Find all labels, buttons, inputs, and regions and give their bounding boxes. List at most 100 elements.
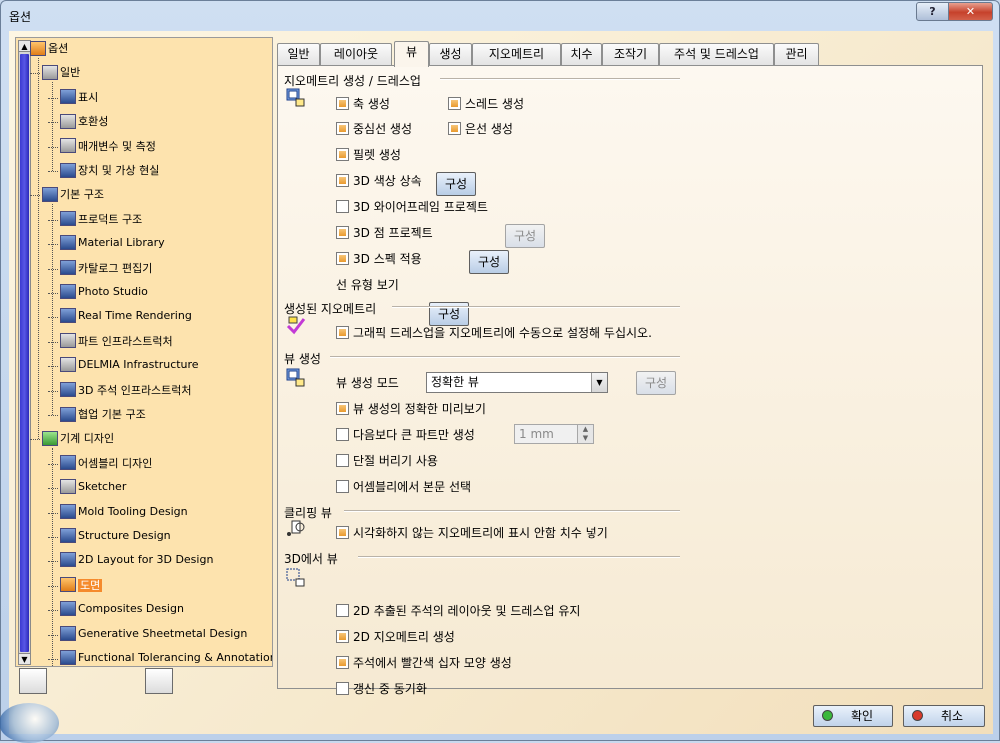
tree-item-assembly[interactable]: 어셈블리 디자인 xyxy=(60,455,152,473)
tree-item-tolerancing[interactable]: Functional Tolerancing & Annotation xyxy=(60,650,272,666)
tree-item-layout[interactable]: 2D Layout for 3D Design xyxy=(60,552,213,570)
red-cross-option[interactable]: 주석에서 빨간색 십자 모양 생성 xyxy=(336,654,512,672)
tree-item-display[interactable]: 표시 xyxy=(60,89,98,107)
large-parts-option[interactable]: 다음보다 큰 파트만 생성 xyxy=(336,426,475,444)
center-line-checkbox[interactable] xyxy=(336,122,349,135)
tree-connector xyxy=(48,268,58,270)
tree-item-collab[interactable]: 협업 기본 구조 xyxy=(60,406,146,424)
mechanical-icon xyxy=(42,430,58,446)
large-parts-checkbox[interactable] xyxy=(336,428,349,441)
thread-checkbox[interactable] xyxy=(448,97,461,110)
tree-item-product[interactable]: 프로덕트 구조 xyxy=(60,211,142,229)
tree-connector xyxy=(48,97,58,99)
manual-dressup-option[interactable]: 그래픽 드레스업을 지오메트리에 수동으로 설정해 두십시오. xyxy=(336,324,652,342)
tree-item-label: 호환성 xyxy=(78,115,109,129)
tab-geometry[interactable]: 지오메트리 xyxy=(472,43,561,65)
manual-dressup-checkbox[interactable] xyxy=(336,326,349,339)
tree-item-options[interactable]: 옵션 xyxy=(30,40,68,58)
tree-item-infrastructure[interactable]: 기본 구조 xyxy=(42,186,104,204)
options-tree[interactable]: ▲ ▼ 옵션일반표시호환성매개변수 및 측정장치 및 가상 현실기본 구조프로덕… xyxy=(15,37,273,667)
tree-item-part[interactable]: 파트 인프라스트럭처 xyxy=(60,333,173,351)
tab-administration[interactable]: 관리 xyxy=(774,43,819,65)
color-inherit-checkbox[interactable] xyxy=(336,174,349,187)
wireframe-checkbox[interactable] xyxy=(336,200,349,213)
breakout-option[interactable]: 단절 버리기 사용 xyxy=(336,452,438,470)
tab-view[interactable]: 뷰 xyxy=(394,41,429,67)
tree-item-parameters[interactable]: 매개변수 및 측정 xyxy=(60,138,156,156)
tree-item-delmia[interactable]: DELMIA Infrastructure xyxy=(60,357,199,375)
axis-option[interactable]: 축 생성 xyxy=(336,95,390,113)
sync-option[interactable]: 갱신 중 동기화 xyxy=(336,680,427,698)
spinner-icon[interactable]: ▲ ▼ xyxy=(577,425,593,443)
red-cross-checkbox[interactable] xyxy=(336,656,349,669)
hidden-line-checkbox[interactable] xyxy=(448,122,461,135)
fillet-checkbox[interactable] xyxy=(336,148,349,161)
points-option[interactable]: 3D 점 프로젝트 xyxy=(336,224,433,242)
ok-button[interactable]: 확인 xyxy=(813,705,893,727)
tree-item-devices[interactable]: 장치 및 가상 현실 xyxy=(60,162,159,180)
tree-item-composites[interactable]: Composites Design xyxy=(60,601,184,619)
keep-layout-option[interactable]: 2D 추출된 주석의 레이아웃 및 드레스업 유지 xyxy=(336,602,580,620)
tree-item-drawing[interactable]: 도면 xyxy=(60,577,103,595)
hidden-dims-checkbox[interactable] xyxy=(336,526,349,539)
tree-item-sheetmetal[interactable]: Generative Sheetmetal Design xyxy=(60,625,247,644)
tree-item-compatibility[interactable]: 호환성 xyxy=(60,113,108,131)
points-config-button[interactable]: 구성 xyxy=(469,250,509,274)
tree-item-mold[interactable]: Mold Tooling Design xyxy=(60,503,188,522)
fillet-option[interactable]: 필렛 생성 xyxy=(336,146,401,164)
tree-item-catalog[interactable]: 카탈로그 편집기 xyxy=(60,260,152,278)
assembly-body-option[interactable]: 어셈블리에서 본문 선택 xyxy=(336,478,471,496)
view-mode-select[interactable]: 정확한 뷰 ▼ xyxy=(426,372,608,393)
tree-item-mechanical[interactable]: 기계 디자인 xyxy=(42,430,114,448)
sync-checkbox[interactable] xyxy=(336,682,349,695)
tab-dimension[interactable]: 치수 xyxy=(561,43,602,65)
tree-item-general[interactable]: 일반 xyxy=(42,64,80,82)
tree-item-structure[interactable]: Structure Design xyxy=(60,528,171,546)
tree-item-material[interactable]: Material Library xyxy=(60,235,165,253)
title-bar[interactable]: 옵션 ? ✕ xyxy=(1,1,999,31)
points-checkbox[interactable] xyxy=(336,226,349,239)
keep-layout-checkbox[interactable] xyxy=(336,604,349,617)
scroll-up-icon[interactable]: ▲ xyxy=(19,41,30,52)
thread-option[interactable]: 스레드 생성 xyxy=(448,95,524,113)
tree-item-rendering[interactable]: Real Time Rendering xyxy=(60,308,192,326)
axis-checkbox[interactable] xyxy=(336,97,349,110)
assembly-body-checkbox[interactable] xyxy=(336,480,349,493)
center-line-option[interactable]: 중심선 생성 xyxy=(336,120,412,138)
tree-item-sketcher[interactable]: Sketcher xyxy=(60,479,126,497)
gen-2d-option[interactable]: 2D 지오메트리 생성 xyxy=(336,628,455,646)
devices-icon xyxy=(60,162,76,178)
exact-preview-checkbox[interactable] xyxy=(336,402,349,415)
cancel-button[interactable]: 취소 xyxy=(903,705,985,727)
chevron-down-icon[interactable]: ▼ xyxy=(591,373,607,392)
tab-annotation[interactable]: 주석 및 드레스업 xyxy=(659,43,774,65)
tree-item-photo[interactable]: Photo Studio xyxy=(60,284,148,302)
scroll-thumb[interactable] xyxy=(20,54,29,652)
fillet-config-button[interactable]: 구성 xyxy=(436,172,476,196)
tab-layout[interactable]: 레이아웃 xyxy=(320,43,392,65)
tree-scrollbar[interactable]: ▲ ▼ xyxy=(18,40,31,665)
tree-home-icon[interactable] xyxy=(19,668,47,694)
size-threshold-input[interactable]: 1 mm ▲ ▼ xyxy=(514,424,594,444)
exact-preview-option[interactable]: 뷰 생성의 정확한 미리보기 xyxy=(336,400,486,418)
hidden-line-option[interactable]: 은선 생성 xyxy=(448,120,513,138)
tree-connector xyxy=(48,171,58,172)
breakout-checkbox[interactable] xyxy=(336,454,349,467)
gen-2d-checkbox[interactable] xyxy=(336,630,349,643)
help-button[interactable]: ? xyxy=(916,2,949,21)
wireframe-option[interactable]: 3D 와이어프레임 프로젝트 xyxy=(336,198,488,216)
tree-item-label: 일반 xyxy=(60,66,81,80)
view-mode-config-button[interactable]: 구성 xyxy=(636,371,676,395)
close-button[interactable]: ✕ xyxy=(948,2,993,21)
color-inherit-option[interactable]: 3D 색상 상속 xyxy=(336,172,422,190)
tree-catalog-icon[interactable] xyxy=(145,668,173,694)
tab-general[interactable]: 일반 xyxy=(277,43,320,65)
hidden-dims-option[interactable]: 시각화하지 않는 지오메트리에 표시 안함 치수 넣기 xyxy=(336,524,608,542)
wireframe-config-button[interactable]: 구성 xyxy=(505,224,545,248)
tab-manipulators[interactable]: 조작기 xyxy=(602,43,659,65)
tree-item-annotation[interactable]: 3D 주석 인프라스트럭처 xyxy=(60,382,192,400)
spec-option[interactable]: 3D 스펙 적용 xyxy=(336,250,422,268)
spec-checkbox[interactable] xyxy=(336,252,349,265)
scroll-down-icon[interactable]: ▼ xyxy=(19,653,30,664)
tab-generation[interactable]: 생성 xyxy=(429,43,472,65)
